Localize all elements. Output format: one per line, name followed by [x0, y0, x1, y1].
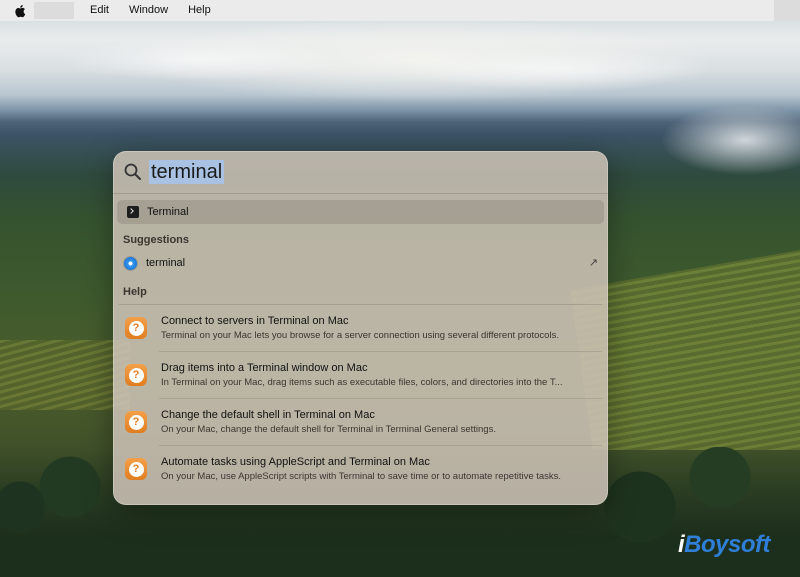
help-question-icon: ? [125, 317, 147, 339]
help-item-title: Drag items into a Terminal window on Mac [161, 362, 368, 374]
help-item-title: Connect to servers in Terminal on Mac [161, 315, 349, 327]
menu-edit[interactable]: Edit [80, 0, 119, 21]
suggestion-item[interactable]: terminal ↗ [113, 252, 608, 274]
spotlight-search-input[interactable]: terminal [149, 160, 225, 184]
menubar-status-item[interactable] [774, 0, 800, 21]
help-item-desc: In Terminal on your Mac, drag items such… [161, 377, 563, 388]
help-item[interactable]: ? Change the default shell in Terminal o… [113, 399, 608, 445]
help-item-title: Change the default shell in Terminal on … [161, 409, 375, 421]
help-item-title: Automate tasks using AppleScript and Ter… [161, 456, 430, 468]
suggestion-label: terminal [146, 257, 186, 269]
help-question-icon: ? [125, 411, 147, 433]
help-question-icon: ? [125, 364, 147, 386]
search-icon [124, 163, 141, 180]
iboysoft-watermark-logo: iBoysoft [677, 531, 771, 558]
apple-logo-icon[interactable] [14, 4, 28, 18]
help-question-icon: ? [125, 458, 147, 480]
help-item[interactable]: ? Drag items into a Terminal window on M… [113, 352, 608, 398]
help-item[interactable]: ? Automate tasks using AppleScript and T… [113, 446, 608, 492]
help-item-desc: Terminal on your Mac lets you browse for… [161, 330, 559, 341]
app-name-menu[interactable] [34, 2, 74, 19]
top-hit-label: Terminal [147, 206, 189, 218]
suggestions-heading: Suggestions [123, 234, 190, 246]
safari-icon [124, 256, 137, 270]
wallpaper-vineyard-left [0, 340, 130, 410]
spotlight-panel: terminal Terminal Suggestions terminal ↗… [113, 151, 608, 505]
arrow-up-right-icon: ↗ [588, 257, 598, 269]
terminal-icon [127, 206, 139, 218]
top-hit-terminal[interactable]: Terminal [117, 200, 604, 224]
help-item[interactable]: ? Connect to servers in Terminal on Mac … [113, 305, 608, 351]
help-item-desc: On your Mac, use AppleScript scripts wit… [161, 471, 562, 482]
wallpaper-clouds [0, 20, 800, 110]
menu-bar: Edit Window Help [0, 0, 800, 21]
help-heading: Help [123, 286, 147, 298]
spotlight-search-row: terminal [113, 151, 608, 194]
help-item-desc: On your Mac, change the default shell fo… [161, 424, 496, 435]
menu-help[interactable]: Help [178, 0, 221, 21]
menu-window[interactable]: Window [119, 0, 178, 21]
